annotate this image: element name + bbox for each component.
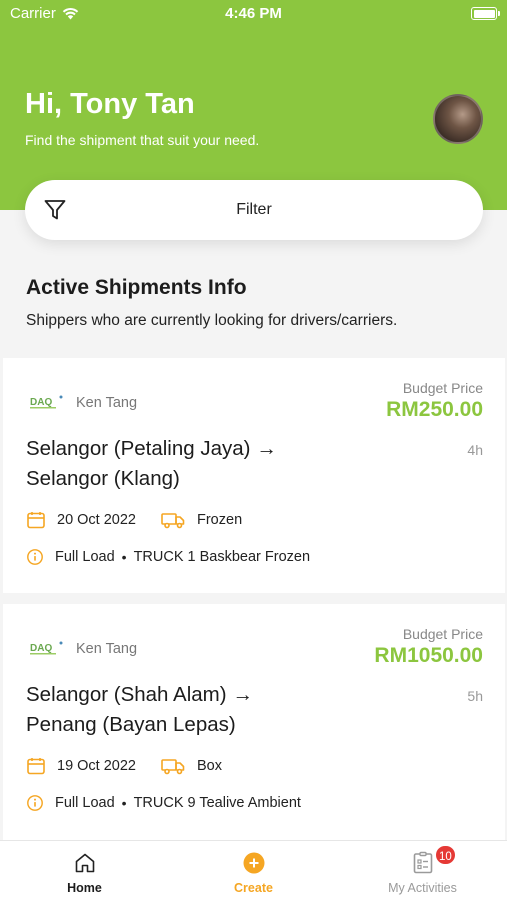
separator-dot: • [121, 549, 127, 565]
load-type: Full Load [55, 549, 115, 565]
shipment-meta: 19 Oct 2022 Box [26, 756, 222, 776]
status-time: 4:46 PM [225, 5, 282, 22]
greeting-subtitle: Find the shipment that suit your need. [25, 132, 260, 148]
clipboard-icon [413, 851, 432, 874]
section-title: Active Shipments Info [26, 276, 247, 299]
company-logo-icon: DAQ [30, 395, 63, 409]
shipper-name: Ken Tang [76, 395, 138, 411]
pickup-date: 19 Oct 2022 [57, 758, 136, 774]
budget-price: RM250.00 [386, 398, 483, 421]
route-from: Selangor (Shah Alam) [26, 683, 227, 706]
load-info: Full Load • TRUCK 9 Tealive Ambient [26, 794, 301, 812]
cargo-type: Frozen [197, 512, 243, 528]
avatar[interactable] [433, 94, 483, 144]
greeting-title: Hi, Tony Tan [25, 88, 195, 120]
tab-bar: Home Create 10 My Activities [0, 840, 507, 900]
info-icon [27, 549, 43, 565]
tab-create[interactable]: Create [169, 841, 338, 900]
home-icon [75, 853, 94, 873]
posted-age: 4h [467, 442, 483, 458]
status-bar: Carrier 4:46 PM [0, 0, 507, 30]
arrow-right-icon: → [232, 683, 254, 706]
load-type: Full Load [55, 795, 115, 811]
plus-circle-icon [243, 852, 264, 874]
budget-label: Budget Price [402, 626, 483, 642]
shipment-card[interactable]: DAQ Ken Tang Budget Price RM250.00 Selan… [3, 358, 505, 593]
tab-home[interactable]: Home [0, 841, 169, 900]
pickup-date: 20 Oct 2022 [57, 512, 136, 528]
section-description: Shippers who are currently looking for d… [26, 312, 398, 329]
filter-label: Filter [236, 201, 272, 218]
shipment-card[interactable]: DAQ Ken Tang Budget Price RM1050.00 Sela… [3, 604, 505, 844]
route-to: Penang (Bayan Lepas) [26, 713, 236, 736]
calendar-icon [27, 758, 45, 775]
arrow-right-icon: → [256, 437, 278, 460]
posted-age: 5h [467, 688, 483, 704]
cargo-type: Box [197, 758, 222, 774]
truck-icon [161, 513, 185, 529]
svg-text:DAQ: DAQ [30, 397, 52, 408]
header: Carrier 4:46 PM Hi, Tony Tan Find the sh… [0, 0, 507, 210]
svg-text:DAQ: DAQ [30, 643, 52, 654]
calendar-icon [27, 512, 45, 529]
shipment-meta: 20 Oct 2022 Frozen [26, 510, 242, 530]
tab-my-activities[interactable]: 10 My Activities [338, 841, 507, 900]
battery-icon [471, 7, 500, 20]
route-from: Selangor (Petaling Jaya) [26, 437, 251, 460]
company-logo-icon: DAQ [30, 641, 63, 655]
tab-home-label: Home [67, 881, 102, 895]
route: Selangor (Shah Alam) → Penang (Bayan Lepa… [26, 680, 253, 740]
separator-dot: • [121, 795, 127, 811]
route-to: Selangor (Klang) [26, 467, 180, 490]
truck-name: TRUCK 1 Baskbear Frozen [133, 549, 311, 565]
notification-badge: 10 [434, 844, 457, 866]
tab-my-activities-label: My Activities [388, 881, 457, 895]
truck-name: TRUCK 9 Tealive Ambient [133, 795, 301, 811]
budget-label: Budget Price [402, 380, 483, 396]
route: Selangor (Petaling Jaya) → Selangor (Klan… [26, 434, 277, 494]
filter-button[interactable]: Filter [25, 180, 483, 240]
truck-icon [161, 759, 185, 775]
load-info: Full Load • TRUCK 1 Baskbear Frozen [26, 548, 310, 566]
shipper-name: Ken Tang [76, 641, 138, 657]
info-icon [27, 795, 43, 811]
budget-price: RM1050.00 [374, 644, 483, 667]
tab-create-label: Create [234, 881, 273, 895]
